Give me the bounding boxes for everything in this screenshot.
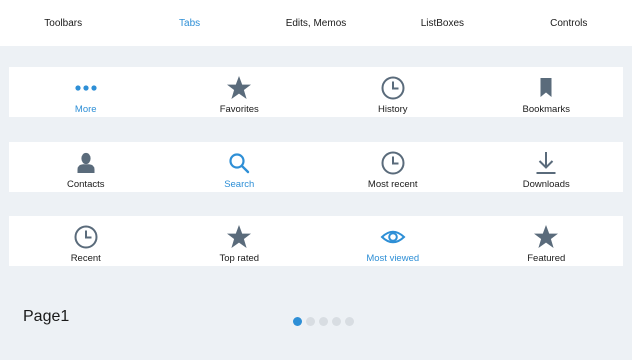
search-icon <box>229 153 250 174</box>
tabbar-item-label: Search <box>224 179 255 190</box>
tabbar-item-more[interactable]: More <box>9 67 163 117</box>
tabbar-item-history[interactable]: History <box>316 67 470 117</box>
tabbar-item-label: More <box>74 104 97 115</box>
clock-icon <box>381 76 405 100</box>
tabbar-item-most-viewed[interactable]: Most viewed <box>316 216 470 266</box>
tabbar-2: Contacts Search Most recent Downloads <box>9 142 623 192</box>
tabbar-item-label: Most recent <box>367 179 418 190</box>
clock-icon <box>74 225 98 249</box>
tabbar-item-label: Most viewed <box>366 253 420 264</box>
tabbar-item-downloads[interactable]: Downloads <box>470 142 624 192</box>
tabbar-item-recent[interactable]: Recent <box>9 216 163 266</box>
top-tab-strip: Toolbars Tabs Edits, Memos ListBoxes Con… <box>0 0 632 46</box>
person-icon <box>77 152 95 173</box>
page-indicator <box>293 317 354 326</box>
eye-icon <box>380 230 406 244</box>
tabbar-item-label: Recent <box>70 253 101 264</box>
tabbar-item-label: Bookmarks <box>522 104 570 115</box>
tabbar-item-featured[interactable]: Featured <box>470 216 624 266</box>
tabbar-item-label: History <box>377 104 408 115</box>
tabbar-item-label: Contacts <box>67 179 105 190</box>
star-icon <box>534 225 559 248</box>
tab-toolbars[interactable]: Toolbars <box>0 18 126 29</box>
tabbar-item-most-recent[interactable]: Most recent <box>316 142 470 192</box>
tabbar-item-contacts[interactable]: Contacts <box>9 142 163 192</box>
tabbar-3: Recent Top rated Most viewed Featured <box>9 216 623 266</box>
bookmark-icon <box>540 78 552 97</box>
download-icon <box>536 152 556 174</box>
tabbar-item-favorites[interactable]: Favorites <box>163 67 317 117</box>
star-icon <box>227 76 252 99</box>
tabbar-item-label: Top rated <box>219 253 260 264</box>
tab-tabs[interactable]: Tabs <box>126 18 252 29</box>
star-icon <box>227 225 252 248</box>
tabbar-1: More Favorites History Bookmarks <box>9 67 623 117</box>
page-dot[interactable] <box>319 317 328 326</box>
more-icon <box>75 85 97 91</box>
tab-listboxes[interactable]: ListBoxes <box>379 18 505 29</box>
page-dot[interactable] <box>332 317 341 326</box>
page-dot[interactable] <box>306 317 315 326</box>
tabbar-item-search[interactable]: Search <box>163 142 317 192</box>
tabbar-item-top-rated[interactable]: Top rated <box>163 216 317 266</box>
page-dot[interactable] <box>293 317 302 326</box>
page-dot[interactable] <box>345 317 354 326</box>
tab-controls[interactable]: Controls <box>506 18 632 29</box>
tab-edits-memos[interactable]: Edits, Memos <box>253 18 379 29</box>
clock-icon <box>381 151 405 175</box>
tabbar-item-label: Featured <box>527 253 566 264</box>
tabbar-item-bookmarks[interactable]: Bookmarks <box>470 67 624 117</box>
page-title: Page1 <box>23 308 70 325</box>
tabbar-item-label: Downloads <box>522 179 570 190</box>
tabbar-item-label: Favorites <box>219 104 259 115</box>
